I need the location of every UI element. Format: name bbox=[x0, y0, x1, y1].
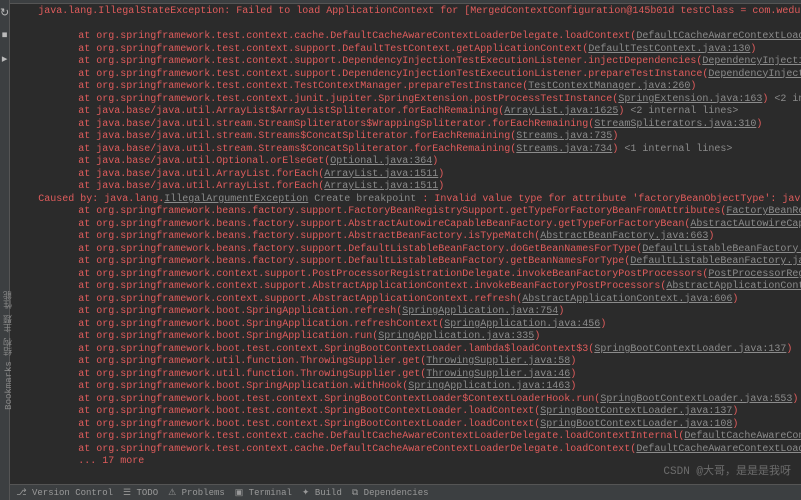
stack-frame: at org.springframework.context.support.P… bbox=[78, 269, 708, 280]
stack-frame: at java.base/java.util.stream.Streams$Co… bbox=[78, 131, 516, 142]
stack-frame: at org.springframework.beans.factory.sup… bbox=[78, 219, 690, 230]
stack-frame: at java.base/java.util.ArrayList$ArrayLi… bbox=[78, 106, 504, 117]
stack-frame: at org.springframework.test.context.juni… bbox=[78, 94, 618, 105]
console-area: java.lang.IllegalStateException: Failed … bbox=[10, 0, 801, 500]
stack-frame: at java.base/java.util.Optional.orElseGe… bbox=[78, 156, 330, 167]
source-link[interactable]: DefaultCacheAwareContextLoaderDelegate.j… bbox=[636, 444, 801, 455]
source-link[interactable]: AbstractAutowireCapableBeanFactory.java:… bbox=[690, 219, 801, 230]
source-link[interactable]: Optional.java:364 bbox=[330, 156, 432, 167]
source-link[interactable]: DefaultTestContext.java:130 bbox=[588, 44, 750, 55]
stack-frame: at org.springframework.boot.SpringApplic… bbox=[78, 381, 408, 392]
source-link[interactable]: Streams.java:735 bbox=[516, 131, 612, 142]
stack-frame: at org.springframework.boot.test.context… bbox=[78, 419, 540, 430]
left-sidebar-labels[interactable]: Bookmarks 结构 主题 性能 bbox=[2, 291, 15, 410]
terminal-tab[interactable]: ▣ Terminal bbox=[235, 488, 292, 498]
console-output[interactable]: java.lang.IllegalStateException: Failed … bbox=[10, 4, 801, 484]
rerun-icon[interactable]: ↻ bbox=[0, 6, 9, 20]
stack-frame: at java.base/java.util.ArrayList.forEach… bbox=[78, 169, 324, 180]
source-link[interactable]: Streams.java:734 bbox=[516, 144, 612, 155]
stack-frame: at org.springframework.util.function.Thr… bbox=[78, 369, 426, 380]
source-link[interactable]: SpringBootContextLoader.java:553 bbox=[600, 394, 792, 405]
source-link[interactable]: ThrowingSupplier.java:58 bbox=[426, 356, 570, 367]
source-link[interactable]: SpringApplication.java:754 bbox=[402, 306, 558, 317]
exception-class-link[interactable]: IllegalArgumentException bbox=[164, 194, 308, 205]
stack-frame: at org.springframework.boot.SpringApplic… bbox=[78, 319, 444, 330]
source-link[interactable]: SpringBootContextLoader.java:137 bbox=[594, 344, 786, 355]
source-link[interactable]: FactoryBeanRegistrySupport.java:86 bbox=[726, 206, 801, 217]
source-link[interactable]: AbstractBeanFactory.java:663 bbox=[540, 231, 708, 242]
stack-frame: at org.springframework.boot.test.context… bbox=[78, 406, 540, 417]
source-link[interactable]: TestContextManager.java:260 bbox=[528, 81, 690, 92]
stack-frame: at org.springframework.beans.factory.sup… bbox=[78, 256, 630, 267]
stack-frame: at org.springframework.context.support.A… bbox=[78, 281, 666, 292]
source-link[interactable]: AbstractApplicationContext.java:606 bbox=[522, 294, 732, 305]
exception-header: java.lang.IllegalStateException: Failed … bbox=[38, 6, 801, 17]
watermark: CSDN @大哥，是是是我呀 bbox=[663, 462, 791, 478]
source-link[interactable]: SpringApplication.java:335 bbox=[378, 331, 534, 342]
deps-tab[interactable]: ⧉ Dependencies bbox=[352, 488, 429, 498]
run-toolbar: ↻ ⏹ ▸ bbox=[0, 0, 10, 500]
stack-frame: at java.base/java.util.stream.StreamSpli… bbox=[78, 119, 594, 130]
source-link[interactable]: ThrowingSupplier.java:46 bbox=[426, 369, 570, 380]
stack-frame: at java.base/java.util.ArrayList.forEach… bbox=[78, 181, 324, 192]
stack-frame: at org.springframework.test.context.supp… bbox=[78, 69, 708, 80]
source-link[interactable]: SpringExtension.java:163 bbox=[618, 94, 762, 105]
source-link[interactable]: DefaultCacheAwareContextLoaderDelegate.j… bbox=[636, 31, 801, 42]
stack-frame: at org.springframework.beans.factory.sup… bbox=[78, 206, 726, 217]
collapsed-frames[interactable]: <2 internal lines> bbox=[768, 94, 801, 105]
todo-tab[interactable]: ☰ TODO bbox=[123, 488, 158, 498]
build-tab[interactable]: ✦ Build bbox=[302, 488, 342, 498]
source-link[interactable]: DefaultCacheAwareContextLoaderDelegate.j… bbox=[684, 431, 801, 442]
stack-frame: at org.springframework.boot.SpringApplic… bbox=[78, 331, 378, 342]
source-link[interactable]: DefaultListableBeanFactory.java:534 bbox=[630, 256, 801, 267]
stack-frame: at org.springframework.util.function.Thr… bbox=[78, 356, 426, 367]
collapsed-frames[interactable]: <2 internal lines> bbox=[624, 106, 738, 117]
stack-frame: at org.springframework.boot.SpringApplic… bbox=[78, 306, 402, 317]
source-link[interactable]: SpringBootContextLoader.java:137 bbox=[540, 406, 732, 417]
stack-frame: at org.springframework.context.support.A… bbox=[78, 294, 522, 305]
source-link[interactable]: StreamSpliterators.java:310 bbox=[594, 119, 756, 130]
source-link[interactable]: AbstractApplicationContext.java:788 bbox=[666, 281, 801, 292]
stack-frame: at org.springframework.boot.test.context… bbox=[78, 394, 600, 405]
stack-frame: at org.springframework.test.context.supp… bbox=[78, 56, 702, 67]
stack-frame: at java.base/java.util.stream.Streams$Co… bbox=[78, 144, 516, 155]
problems-tab[interactable]: ⚠ Problems bbox=[168, 488, 225, 498]
source-link[interactable]: DependencyInjectionTestExecutionListener… bbox=[708, 69, 801, 80]
caused-by-msg: : Invalid value type for attribute 'fact… bbox=[422, 194, 801, 205]
vcs-tab[interactable]: ⎇ Version Control bbox=[16, 488, 113, 498]
stack-frame: at org.springframework.test.context.supp… bbox=[78, 44, 588, 55]
stop-icon[interactable]: ⏹ bbox=[2, 30, 8, 42]
stack-frame: at org.springframework.test.context.cach… bbox=[78, 444, 636, 455]
stack-frame: at org.springframework.test.context.cach… bbox=[78, 31, 636, 42]
source-link[interactable]: ArrayList.java:1625 bbox=[504, 106, 618, 117]
stack-frame: at org.springframework.beans.factory.sup… bbox=[78, 231, 540, 242]
status-bar: ⎇ Version Control ☰ TODO ⚠ Problems ▣ Te… bbox=[10, 484, 801, 500]
stack-frame: at org.springframework.test.context.cach… bbox=[78, 431, 684, 442]
source-link[interactable]: ArrayList.java:1511 bbox=[324, 181, 438, 192]
attach-icon[interactable]: ▸ bbox=[2, 52, 8, 66]
more-frames: ... 17 more bbox=[78, 456, 144, 467]
source-link[interactable]: SpringApplication.java:1463 bbox=[408, 381, 570, 392]
stack-frame: at org.springframework.test.context.Test… bbox=[78, 81, 528, 92]
source-link[interactable]: SpringBootContextLoader.java:108 bbox=[540, 419, 732, 430]
source-link[interactable]: PostProcessorRegistrationDelegate.java:1… bbox=[708, 269, 801, 280]
source-link[interactable]: SpringApplication.java:456 bbox=[444, 319, 600, 330]
caused-by-prefix: Caused by: java.lang. bbox=[38, 194, 164, 205]
collapsed-frames[interactable]: <1 internal lines> bbox=[618, 144, 732, 155]
create-breakpoint[interactable]: Create breakpoint bbox=[308, 194, 422, 205]
source-link[interactable]: DependencyInjectionTestExecutionListener… bbox=[702, 56, 801, 67]
source-link[interactable]: ArrayList.java:1511 bbox=[324, 169, 438, 180]
stack-frame: at org.springframework.boot.test.context… bbox=[78, 344, 594, 355]
source-link[interactable]: DefaultListableBeanFactory.java:575 bbox=[642, 244, 801, 255]
stack-frame: at org.springframework.beans.factory.sup… bbox=[78, 244, 642, 255]
